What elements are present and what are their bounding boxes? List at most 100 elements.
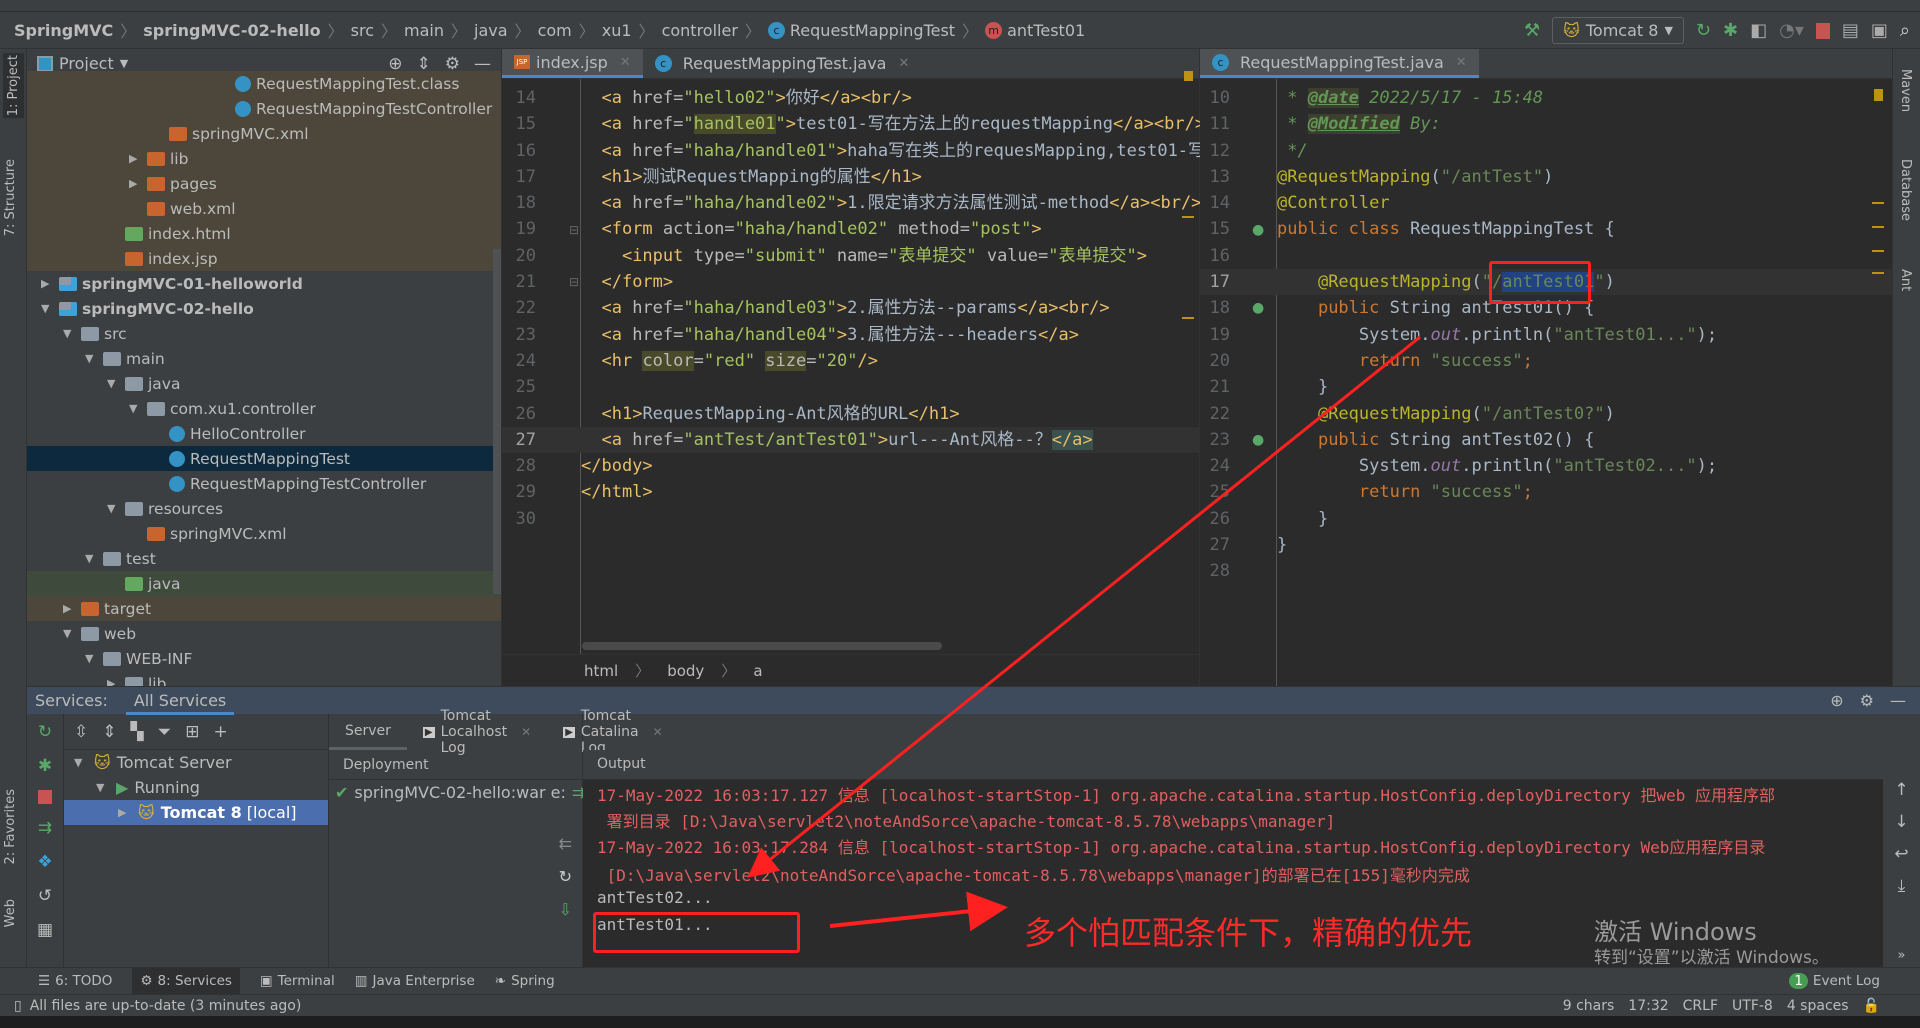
expand-open-icon[interactable]: ▼ [85,352,99,365]
warning-stripe[interactable] [1182,317,1194,319]
lock-icon[interactable]: 🔓 [1863,998,1880,1014]
deployment-icon[interactable]: ❖ [37,852,52,872]
ant-tool-tab[interactable]: Ant [1898,269,1913,291]
build-hammer-icon[interactable]: ⚒ [1524,20,1540,41]
deployment-item[interactable]: ✔ springMVC-02-hello:war e: ⇉ [329,780,585,805]
expand-open-icon[interactable]: ▼ [41,302,55,315]
coverage-icon[interactable]: ◧ [1750,20,1767,41]
expand-closed-icon[interactable]: ▶ [129,152,143,165]
breadcrumb-item[interactable]: html [584,662,618,680]
tree-item[interactable]: RequestMappingTest [27,446,501,471]
breadcrumb-item[interactable]: m antTest01 [985,21,1085,40]
tree-item[interactable]: index.html [27,221,501,246]
code-area[interactable]: 14 <a href="hello02">你好</a><br/> 15 <a hr… [502,85,1222,532]
tree-item[interactable]: ▶ pages [27,171,501,196]
server-subtab[interactable]: ▶ Tomcat Catalina Log ✕ [547,708,678,756]
breadcrumb-item[interactable]: springMVC-02-hello [143,21,320,40]
warning-stripe[interactable] [1872,250,1884,252]
favorites-tool-tab[interactable]: 2: Favorites [3,789,18,865]
undeploy-icon[interactable]: ⇇ [559,834,572,853]
breadcrumb-item[interactable]: c RequestMappingTest [767,21,955,40]
close-icon[interactable]: ✕ [521,725,531,739]
layout-icon[interactable]: ▦ [37,920,53,940]
refresh-icon[interactable]: ↺ [38,886,52,906]
expand-open-icon[interactable]: ▼ [85,552,99,565]
fold-icon[interactable]: ⊟ [569,275,579,289]
expand-open-icon[interactable]: ▼ [85,652,99,665]
tree-item[interactable]: RequestMappingTestController [27,96,501,121]
tree-item[interactable]: ▶ lib [27,146,501,171]
breadcrumb-item[interactable]: com [538,21,572,40]
spring-bean-gutter-icon[interactable]: ● [1252,300,1264,316]
tree-item[interactable]: ▼ main [27,346,501,371]
tree-item[interactable]: index.jsp [27,246,501,271]
close-icon[interactable]: ✕ [898,56,909,71]
server-subtab[interactable]: Server [329,714,407,750]
rerun-icon[interactable]: ↻ [38,722,52,742]
tool-window-button[interactable]: ▣ Terminal [260,973,335,989]
run-configuration-select[interactable]: 🐱 Tomcat 8 ▼ [1552,17,1684,44]
tree-item[interactable]: ▼ test [27,546,501,571]
tree-item[interactable]: RequestMappingTestController [27,471,501,496]
tree-item[interactable]: ▼ java [27,371,501,396]
expand-open-icon[interactable]: ▼ [107,502,121,515]
expand-closed-icon[interactable]: ▶ [107,677,121,686]
expand-open-icon[interactable]: ▼ [74,756,88,769]
project-structure-icon[interactable]: ▤ [1842,20,1859,41]
code-area[interactable]: 10 * @date 2022/5/17 - 15:48 11 * @Modifi… [1200,85,1892,585]
structure-tool-tab[interactable]: 7: Structure [3,159,18,236]
tool-window-button[interactable]: ▥ Java Enterprise [355,973,475,989]
group-by-icon[interactable]: ▚ [131,722,144,742]
web-tool-tab[interactable]: Web [3,899,18,927]
expand-closed-icon[interactable]: ▶ [118,806,132,819]
service-item[interactable]: ▶ 🐱 Tomcat 8 [local] [64,800,328,825]
tree-item[interactable]: ▶ target [27,596,501,621]
breadcrumb-item[interactable]: body [667,662,704,680]
tree-item[interactable]: springMVC.xml [27,121,501,146]
breadcrumb-item[interactable]: SpringMVC [14,21,113,40]
tool-window-button[interactable]: ❧ Spring [495,973,555,989]
file-encoding[interactable]: UTF-8 [1732,998,1773,1014]
breadcrumb-item[interactable]: a [753,662,762,680]
spring-bean-gutter-icon[interactable]: ● [1252,222,1264,238]
server-subtab[interactable]: ▶ Tomcat Localhost Log ✕ [407,708,547,756]
soft-wrap-icon[interactable]: ↩ [1894,844,1908,864]
locate-icon[interactable]: ⊕ [1830,691,1843,710]
warning-stripe[interactable] [1182,216,1194,218]
scroll-up-icon[interactable]: ↑ [1894,780,1908,800]
spring-bean-gutter-icon[interactable]: ● [1252,432,1264,448]
tree-item[interactable]: ▼ web [27,621,501,646]
tree-item[interactable]: java [27,571,501,596]
chevron-down-icon[interactable]: ▼ [120,57,128,70]
close-icon[interactable]: ✕ [620,55,631,70]
warning-stripe[interactable] [1872,202,1884,204]
tree-scrollbar[interactable] [493,249,501,594]
tab-all-services[interactable]: All Services [125,687,235,715]
breadcrumb-item[interactable]: main [404,21,444,40]
tree-item[interactable]: ▼ springMVC-02-hello [27,296,501,321]
warning-marker[interactable] [1184,71,1193,81]
scroll-to-end-icon[interactable]: ⤓ [1898,876,1906,896]
close-icon[interactable]: ✕ [1456,55,1467,70]
gear-icon[interactable]: ⚙ [1860,691,1874,710]
tree-item[interactable]: ▶ springMVC-01-helloworld [27,271,501,296]
caret-position[interactable]: 17:32 [1628,998,1668,1014]
tree-item[interactable]: RequestMappingTest.class [27,71,501,96]
expand-open-icon[interactable]: ▼ [63,627,77,640]
warning-marker[interactable] [1874,89,1883,101]
expand-open-icon[interactable]: ▼ [107,377,121,390]
tool-window-button[interactable]: ☰ 6: TODO [38,973,112,989]
event-log-button[interactable]: 1 Event Log [1789,973,1880,989]
minimize-icon[interactable]: — [1890,691,1906,710]
tree-item[interactable]: ▼ src [27,321,501,346]
stop-icon[interactable] [1815,22,1830,39]
indent-setting[interactable]: 4 spaces [1787,998,1849,1014]
breadcrumb-item[interactable]: java [474,21,508,40]
horizontal-scrollbar[interactable] [582,642,942,650]
breadcrumb-item[interactable]: xu1 [602,21,632,40]
tree-item[interactable]: springMVC.xml [27,521,501,546]
breadcrumb-item[interactable]: src [351,21,374,40]
expand-closed-icon[interactable]: ▶ [41,277,55,290]
editor-tab[interactable]: c RequestMappingTest.java ✕ [1200,49,1479,78]
expand-open-icon[interactable]: ▼ [96,781,110,794]
